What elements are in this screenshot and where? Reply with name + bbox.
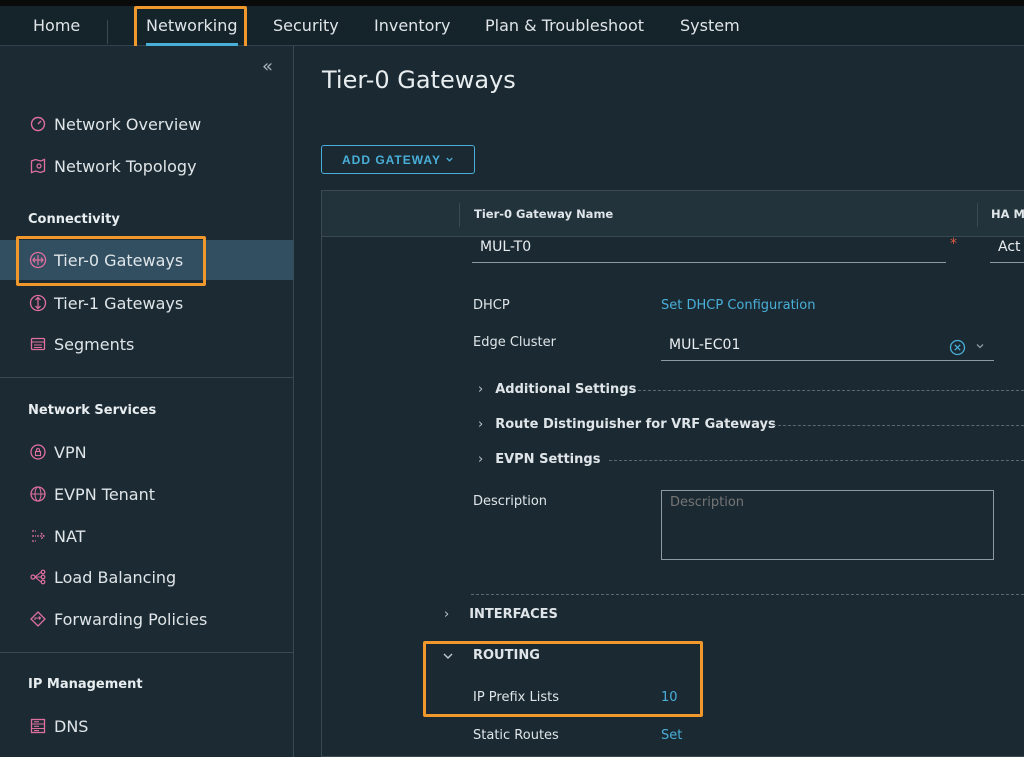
column-header-ha-mode[interactable]: HA M — [991, 207, 1024, 221]
chevron-right-icon: › — [478, 452, 484, 467]
sidebar-divider — [0, 652, 293, 653]
section-dashed-line — [773, 425, 1024, 426]
sidebar-item-network-overview[interactable]: Network Overview — [0, 104, 293, 144]
sidebar-item-label: Forwarding Policies — [54, 609, 208, 629]
sidebar-item-label: Tier-0 Gateways — [54, 250, 184, 270]
sidebar-item-label: Network Overview — [54, 114, 202, 134]
sidebar-item-label: DNS — [54, 716, 89, 736]
clear-selection-icon[interactable] — [949, 339, 966, 356]
description-label: Description — [473, 494, 548, 509]
static-routes-set-link[interactable]: Set — [661, 728, 682, 743]
sidebar-item-load-balancing[interactable]: Load Balancing — [0, 557, 293, 597]
chevron-right-icon: › — [444, 607, 450, 622]
evpn-settings-label: EVPN Settings — [495, 452, 601, 467]
sidebar-item-label: Segments — [54, 334, 135, 354]
diamond-arrow-icon — [28, 609, 48, 629]
add-gateway-button[interactable]: ADD GATEWAY — [321, 145, 475, 174]
sidebar-item-tier1-gateways[interactable]: Tier-1 Gateways — [0, 283, 293, 323]
sidebar-item-evpn-tenant[interactable]: EVPN Tenant — [0, 474, 293, 514]
chevron-down-icon — [446, 157, 453, 162]
column-divider — [459, 203, 460, 227]
gateway-icon — [28, 250, 48, 270]
evpn-settings-expander[interactable]: › EVPN Settings — [478, 452, 600, 467]
section-heading-connectivity: Connectivity — [28, 212, 120, 227]
section-dashed-line — [609, 460, 1024, 461]
chevron-right-icon: › — [478, 417, 484, 432]
nav-networking-label: Networking — [146, 16, 238, 35]
server-icon — [28, 716, 48, 736]
set-dhcp-configuration-link[interactable]: Set DHCP Configuration — [661, 298, 815, 313]
page-title: Tier-0 Gateways — [322, 66, 516, 94]
sidebar-item-label: NAT — [54, 526, 86, 546]
gateway-icon — [28, 293, 48, 313]
section-heading-ip-management: IP Management — [28, 677, 143, 692]
chevron-right-icon: › — [478, 382, 484, 397]
additional-settings-expander[interactable]: › Additional Settings — [478, 382, 636, 397]
interfaces-expander[interactable]: › INTERFACES — [444, 607, 558, 622]
routing-label: ROUTING — [473, 648, 540, 663]
route-distinguisher-label: Route Distinguisher for VRF Gateways — [495, 417, 776, 432]
sidebar-item-label: Tier-1 Gateways — [54, 293, 184, 313]
description-textarea[interactable] — [661, 490, 994, 560]
column-header-name[interactable]: Tier-0 Gateway Name — [474, 207, 613, 221]
edge-cluster-label: Edge Cluster — [473, 335, 556, 350]
ha-mode-select[interactable]: Act — [990, 239, 1024, 263]
sidebar-item-label: Load Balancing — [54, 567, 177, 587]
sidebar-item-forwarding-policies[interactable]: Forwarding Policies — [0, 599, 293, 639]
routing-expander[interactable]: ROUTING — [442, 648, 540, 663]
load-balancer-icon — [28, 567, 48, 587]
nat-arrow-icon — [28, 526, 48, 546]
sidebar: « Network Overview Network Topology Conn… — [0, 46, 294, 757]
section-dashed-line — [471, 594, 1024, 595]
sidebar-item-label: Network Topology — [54, 156, 197, 176]
sidebar-item-label: VPN — [54, 442, 87, 462]
route-distinguisher-expander[interactable]: › Route Distinguisher for VRF Gateways — [478, 417, 776, 432]
sidebar-item-nat[interactable]: NAT — [0, 516, 293, 556]
collapse-sidebar-icon[interactable]: « — [262, 56, 273, 77]
interfaces-label: INTERFACES — [469, 607, 558, 622]
datagrid-header: Tier-0 Gateway Name HA M — [322, 191, 1024, 237]
chevron-down-icon[interactable] — [975, 341, 985, 351]
sidebar-item-vpn[interactable]: VPN — [0, 432, 293, 472]
nav-plan-troubleshoot[interactable]: Plan & Troubleshoot — [485, 16, 644, 42]
section-dashed-line — [638, 390, 1024, 391]
nav-security[interactable]: Security — [273, 16, 339, 42]
chevron-down-icon — [443, 653, 453, 659]
sidebar-item-dns[interactable]: DNS — [0, 706, 293, 746]
edge-cluster-value: MUL-EC01 — [669, 337, 741, 353]
gateway-name-input[interactable]: MUL-T0 — [472, 239, 946, 263]
sidebar-divider — [0, 377, 293, 378]
map-icon — [28, 156, 48, 176]
globe-icon — [28, 484, 48, 504]
ip-prefix-lists-count-link[interactable]: 10 — [661, 690, 678, 705]
nav-networking[interactable]: Networking — [146, 16, 238, 46]
nav-home[interactable]: Home — [33, 16, 80, 42]
sidebar-item-label: EVPN Tenant — [54, 484, 156, 504]
sidebar-item-tier0-gateways[interactable]: Tier-0 Gateways — [0, 240, 293, 280]
static-routes-label: Static Routes — [473, 728, 559, 743]
required-asterisk: * — [950, 236, 957, 252]
additional-settings-label: Additional Settings — [495, 382, 637, 397]
nav-separator — [107, 20, 108, 44]
add-gateway-label: ADD GATEWAY — [341, 152, 441, 167]
gateways-datagrid: Tier-0 Gateway Name HA M — [321, 190, 1024, 757]
ip-prefix-lists-label: IP Prefix Lists — [473, 690, 559, 705]
lock-icon — [28, 442, 48, 462]
section-heading-network-services: Network Services — [28, 403, 157, 418]
dhcp-label: DHCP — [473, 298, 510, 313]
gauge-icon — [28, 114, 48, 134]
column-divider — [977, 203, 978, 227]
sidebar-item-segments[interactable]: Segments — [0, 324, 293, 364]
nav-system[interactable]: System — [680, 16, 740, 42]
sidebar-item-network-topology[interactable]: Network Topology — [0, 146, 293, 186]
top-navigation-bar: Home Networking Security Inventory Plan … — [0, 0, 1024, 46]
edge-cluster-select[interactable]: MUL-EC01 — [661, 337, 994, 361]
nav-inventory[interactable]: Inventory — [374, 16, 450, 42]
segments-icon — [28, 334, 48, 354]
